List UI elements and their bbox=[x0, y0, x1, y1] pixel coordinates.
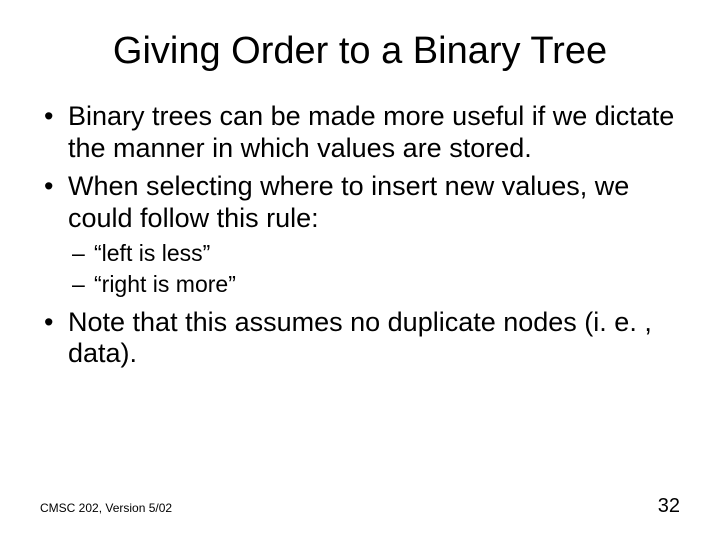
footer-left: CMSC 202, Version 5/02 bbox=[40, 501, 172, 515]
bullet-list: Binary trees can be made more useful if … bbox=[40, 101, 680, 370]
bullet-item: Binary trees can be made more useful if … bbox=[40, 101, 680, 165]
bullet-item: Note that this assumes no duplicate node… bbox=[40, 307, 680, 371]
sub-list: “left is less” “right is more” bbox=[68, 238, 680, 300]
footer: CMSC 202, Version 5/02 32 bbox=[40, 495, 680, 518]
bullet-text: When selecting where to insert new value… bbox=[68, 171, 629, 233]
slide-title: Giving Order to a Binary Tree bbox=[40, 30, 680, 73]
sub-item: “left is less” bbox=[68, 238, 680, 269]
page-number: 32 bbox=[658, 495, 680, 518]
sub-item: “right is more” bbox=[68, 269, 680, 300]
slide: Giving Order to a Binary Tree Binary tre… bbox=[0, 0, 720, 540]
bullet-item: When selecting where to insert new value… bbox=[40, 171, 680, 301]
